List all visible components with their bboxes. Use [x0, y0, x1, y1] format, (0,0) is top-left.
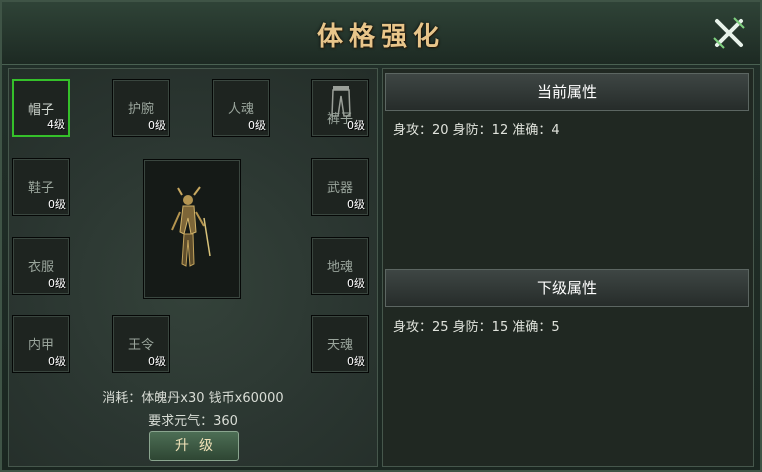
next-attributes-header: 下级属性	[385, 269, 749, 307]
slot-name: 王令	[127, 338, 154, 353]
upgrade-button[interactable]: 升级	[149, 431, 239, 461]
slot-name: 地魂	[326, 260, 353, 275]
slot-level: 0级	[347, 119, 365, 132]
next-attributes-stats: 身攻：25 身防：15 准确：5	[393, 320, 560, 335]
title-bar: 体格强化	[2, 2, 760, 65]
slot-level: 0级	[347, 355, 365, 368]
slot-human-soul[interactable]: 人魂 0级	[212, 79, 270, 137]
crossed-swords-icon	[713, 17, 745, 49]
slot-hat[interactable]: 帽子 4级	[12, 79, 70, 137]
slot-earth-soul[interactable]: 地魂 0级	[311, 237, 369, 295]
slot-name: 内甲	[27, 338, 54, 353]
slot-name: 人魂	[227, 102, 254, 117]
upgrade-requirement: 要求元气：360	[148, 414, 238, 429]
slot-level: 0级	[48, 355, 66, 368]
slot-heaven-soul[interactable]: 天魂 0级	[311, 315, 369, 373]
slot-name: 护腕	[127, 102, 154, 117]
current-attributes-stats: 身攻：20 身防：12 准确：4	[393, 123, 560, 138]
slot-inner-armor[interactable]: 内甲 0级	[12, 315, 70, 373]
window-title: 体格强化	[316, 22, 445, 52]
slot-level: 0级	[248, 119, 266, 132]
slot-level: 0级	[148, 355, 166, 368]
slot-name: 武器	[326, 181, 353, 196]
slot-name: 天魂	[326, 338, 353, 353]
strengthen-window: 体格强化 帽子 4级 护腕 0级 人魂 0级 裤子 0级 鞋子 0级 武器 0级…	[0, 0, 762, 472]
slot-level: 0级	[347, 198, 365, 211]
slot-name: 鞋子	[27, 181, 54, 196]
slot-clothes[interactable]: 衣服 0级	[12, 237, 70, 295]
attributes-panel: 当前属性 身攻：20 身防：12 准确：4 下级属性 身攻：25 身防：15 准…	[382, 68, 754, 467]
slot-level: 0级	[347, 277, 365, 290]
slot-royal-order[interactable]: 王令 0级	[112, 315, 170, 373]
slot-level: 0级	[48, 277, 66, 290]
character-figure-icon	[171, 186, 211, 267]
slot-level: 0级	[48, 198, 66, 211]
close-button[interactable]	[710, 14, 748, 52]
slot-bracer[interactable]: 护腕 0级	[112, 79, 170, 137]
character-preview	[143, 159, 241, 299]
equipment-panel: 帽子 4级 护腕 0级 人魂 0级 裤子 0级 鞋子 0级 武器 0级 衣服 0…	[8, 68, 378, 467]
upgrade-cost: 消耗：体魄丹x30 钱币x60000	[102, 391, 284, 406]
slot-shoes[interactable]: 鞋子 0级	[12, 158, 70, 216]
slot-name: 衣服	[27, 260, 54, 275]
current-attributes-header: 当前属性	[385, 73, 749, 111]
slot-pants[interactable]: 裤子 0级	[311, 79, 369, 137]
slot-level: 4级	[47, 118, 65, 131]
slot-level: 0级	[148, 119, 166, 132]
slot-weapon[interactable]: 武器 0级	[311, 158, 369, 216]
